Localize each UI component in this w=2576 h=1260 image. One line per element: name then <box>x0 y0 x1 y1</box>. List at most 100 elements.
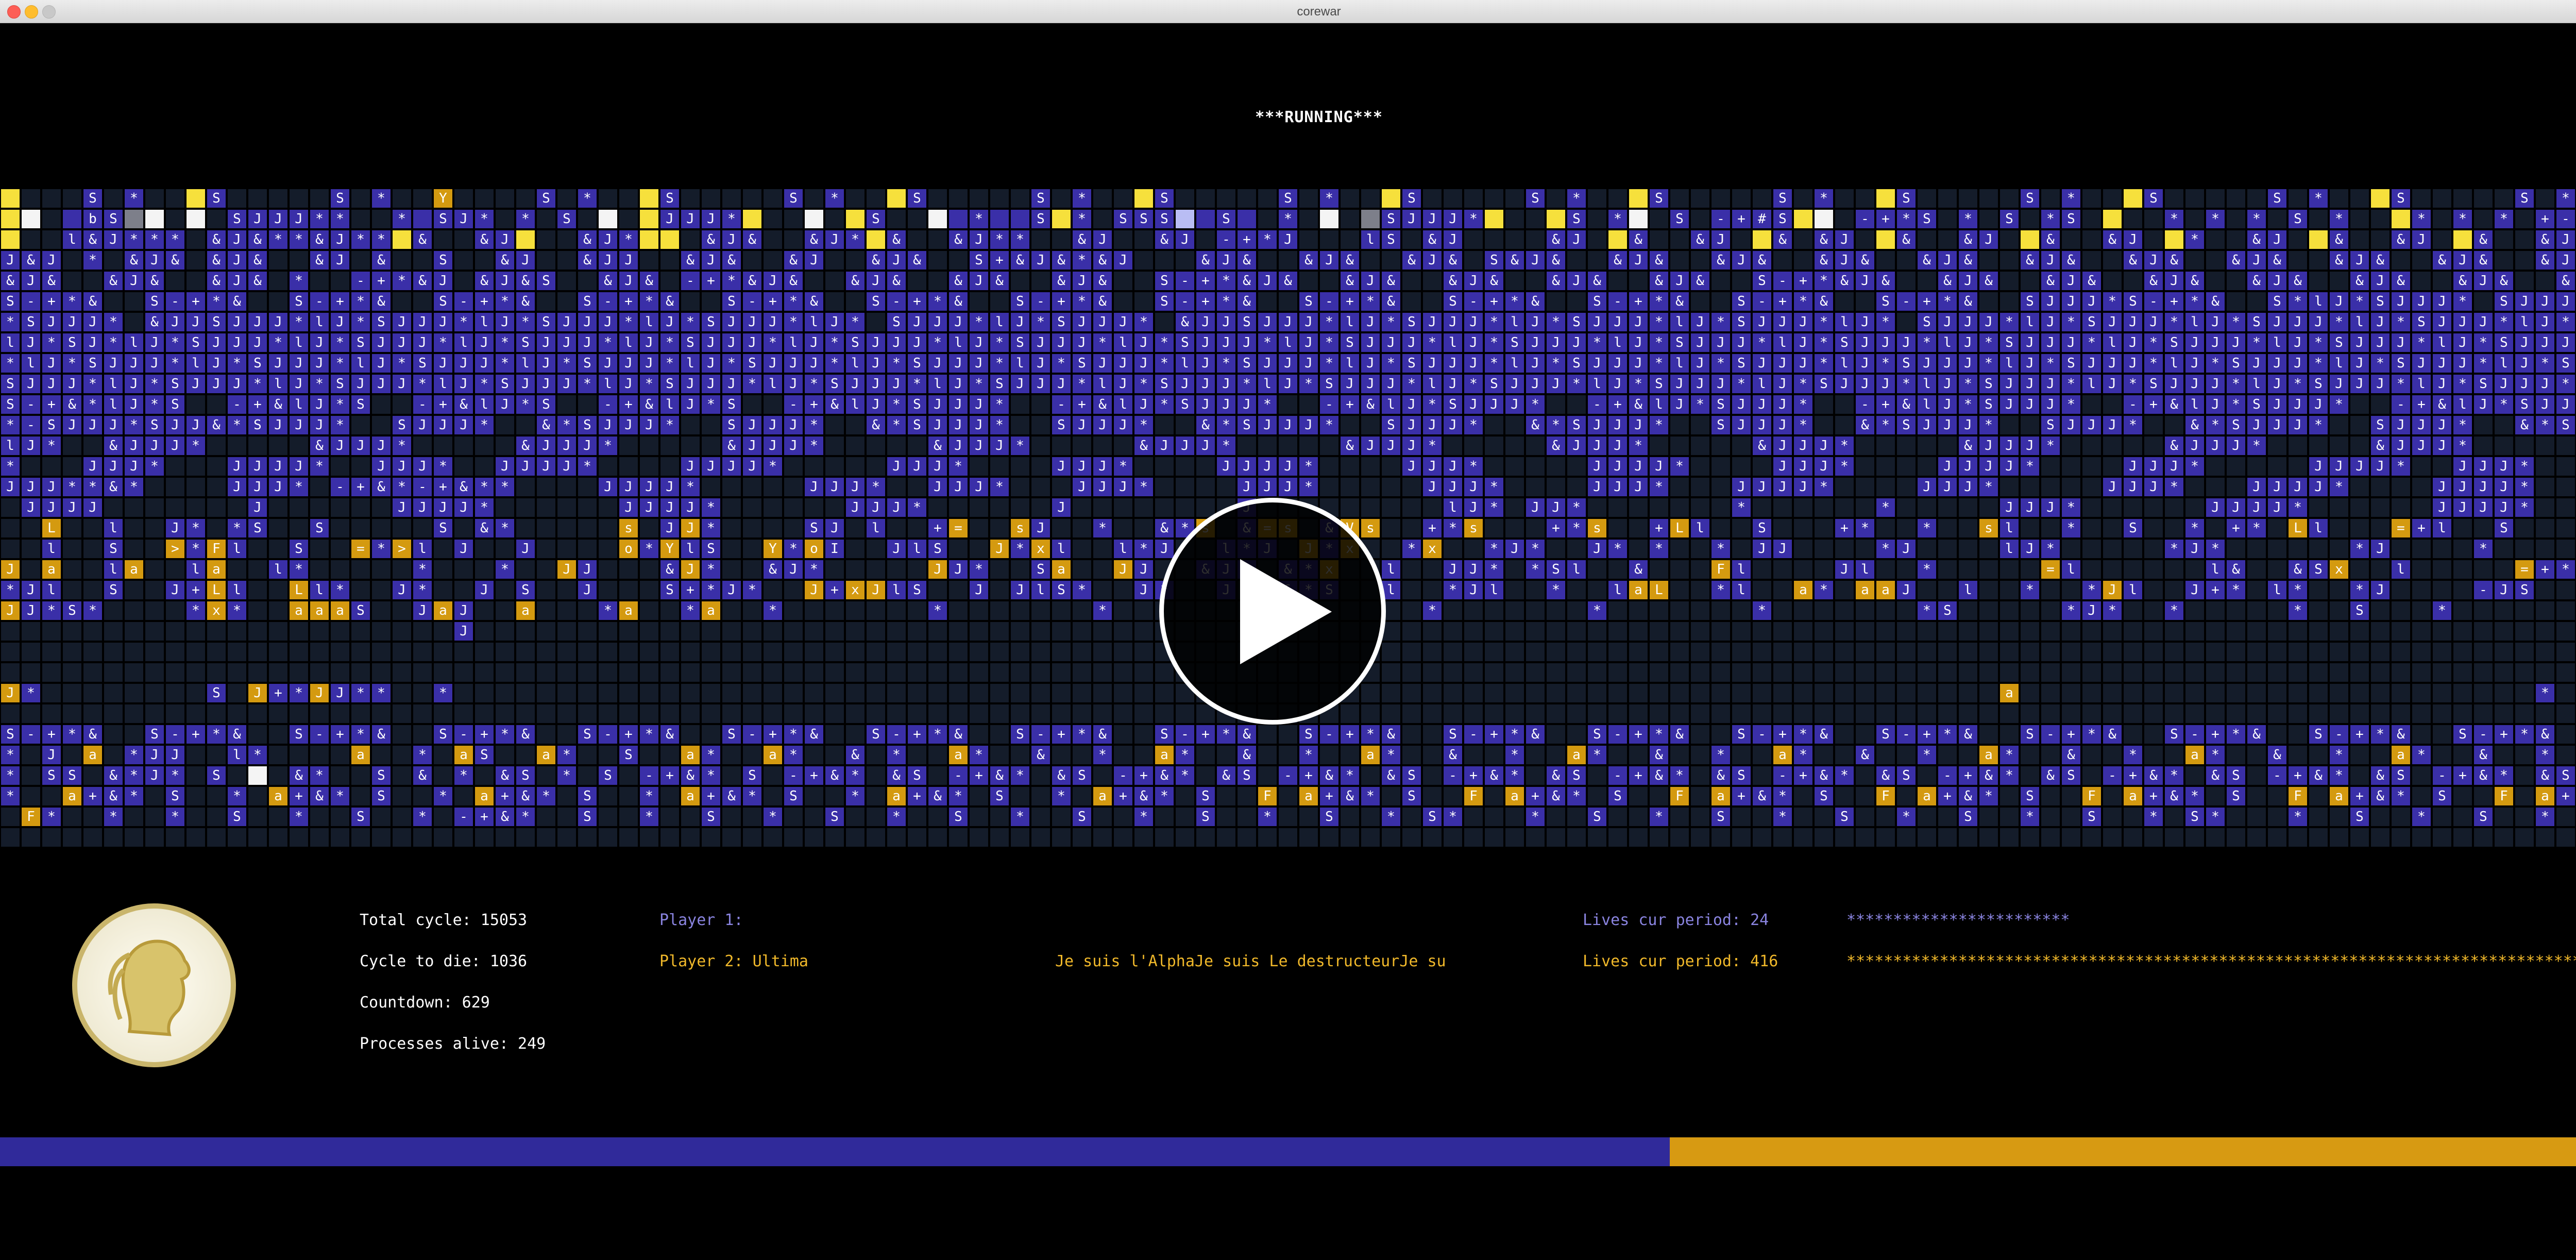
memory-cell <box>1794 540 1812 558</box>
memory-cell <box>928 746 947 764</box>
memory-cell <box>1341 478 1359 496</box>
memory-cell: J <box>1773 478 1792 496</box>
memory-cell <box>1505 684 1524 702</box>
memory-cell <box>228 828 246 847</box>
memory-cell <box>2062 478 2080 496</box>
memory-cell <box>1341 416 1359 434</box>
memory-cell <box>1114 230 1132 249</box>
memory-cell <box>743 395 761 414</box>
memory-cell: J <box>887 333 906 352</box>
memory-cell <box>1773 519 1792 537</box>
memory-cell: & <box>743 272 761 290</box>
memory-cell <box>578 663 597 682</box>
memory-cell <box>2062 622 2080 641</box>
memory-cell <box>351 581 370 599</box>
memory-cell: S <box>1299 725 1318 744</box>
memory-cell <box>1155 251 1174 270</box>
memory-cell: * <box>702 560 720 579</box>
memory-cell: J <box>825 478 844 496</box>
memory-cell: - <box>2041 725 2060 744</box>
memory-cell <box>2268 622 2286 641</box>
memory-cell <box>1320 746 1338 764</box>
memory-cell <box>63 457 81 476</box>
memory-cell: l <box>1382 560 1400 579</box>
memory-cell <box>2515 663 2534 682</box>
memory-cell: J <box>784 354 803 373</box>
memory-cell <box>2103 498 2122 517</box>
memory-cell <box>269 581 287 599</box>
memory-cell: S <box>1505 333 1524 352</box>
memory-cell <box>207 622 226 641</box>
memory-cell: J <box>2309 478 2328 496</box>
memory-cell: S <box>1732 766 1751 785</box>
memory-cell <box>1815 210 1833 228</box>
memory-cell <box>764 251 782 270</box>
memory-cell: J <box>702 375 720 393</box>
memory-cell: J <box>1979 230 1998 249</box>
memory-cell: * <box>228 416 246 434</box>
memory-cell <box>2433 189 2451 208</box>
memory-cell: J <box>619 272 638 290</box>
memory-cell <box>2082 560 2101 579</box>
memory-cell: & <box>1382 292 1400 311</box>
memory-cell: J <box>1753 313 1771 331</box>
memory-cell <box>310 560 329 579</box>
memory-cell <box>2124 272 2142 290</box>
memory-cell <box>187 622 205 641</box>
memory-cell <box>660 704 679 723</box>
memory-cell: J <box>2227 498 2245 517</box>
memory-cell: * <box>1361 292 1380 311</box>
memory-cell <box>640 560 658 579</box>
memory-cell <box>1670 622 1689 641</box>
memory-cell <box>2206 643 2225 661</box>
memory-cell <box>640 663 658 682</box>
memory-cell <box>2371 622 2389 641</box>
memory-cell: J <box>248 313 267 331</box>
memory-cell: S <box>1299 292 1318 311</box>
memory-cell <box>1155 457 1174 476</box>
memory-cell <box>1691 416 1709 434</box>
memory-cell <box>990 498 1009 517</box>
memory-cell <box>393 766 411 785</box>
memory-cell <box>2103 746 2122 764</box>
memory-cell: * <box>599 436 617 455</box>
memory-cell: & <box>63 395 81 414</box>
memory-cell <box>166 457 184 476</box>
memory-cell: & <box>867 251 885 270</box>
memory-cell: l <box>22 354 40 373</box>
memory-cell <box>2041 478 2060 496</box>
play-button[interactable] <box>1159 498 1386 725</box>
memory-cell: l <box>1650 395 1668 414</box>
memory-cell: * <box>145 375 164 393</box>
memory-cell <box>1402 560 1421 579</box>
memory-cell <box>63 540 81 558</box>
memory-cell <box>393 519 411 537</box>
memory-cell: * <box>1134 313 1153 331</box>
memory-cell <box>784 498 803 517</box>
memory-cell <box>2082 663 2101 682</box>
memory-cell <box>2453 787 2472 805</box>
memory-cell <box>619 787 638 805</box>
memory-cell <box>2082 828 2101 847</box>
memory-cell <box>516 498 535 517</box>
memory-cell <box>1505 622 1524 641</box>
memory-cell: - <box>2474 581 2493 599</box>
memory-cell: & <box>928 436 947 455</box>
memory-cell: * <box>2289 498 2307 517</box>
memory-cell: J <box>1505 540 1524 558</box>
memory-cell: * <box>2041 354 2060 373</box>
memory-cell: - <box>310 725 329 744</box>
memory-cell <box>2185 478 2204 496</box>
memory-cell: S <box>434 251 452 270</box>
memory-cell <box>1608 808 1627 826</box>
memory-cell <box>578 478 597 496</box>
memory-cell <box>2268 560 2286 579</box>
memory-cell <box>990 684 1009 702</box>
memory-cell: J <box>599 230 617 249</box>
memory-cell: J <box>393 457 411 476</box>
memory-cell: l <box>104 375 123 393</box>
memory-cell <box>1423 663 1442 682</box>
memory-cell: a <box>1918 787 1936 805</box>
memory-cell <box>393 704 411 723</box>
memory-cell: & <box>83 230 102 249</box>
